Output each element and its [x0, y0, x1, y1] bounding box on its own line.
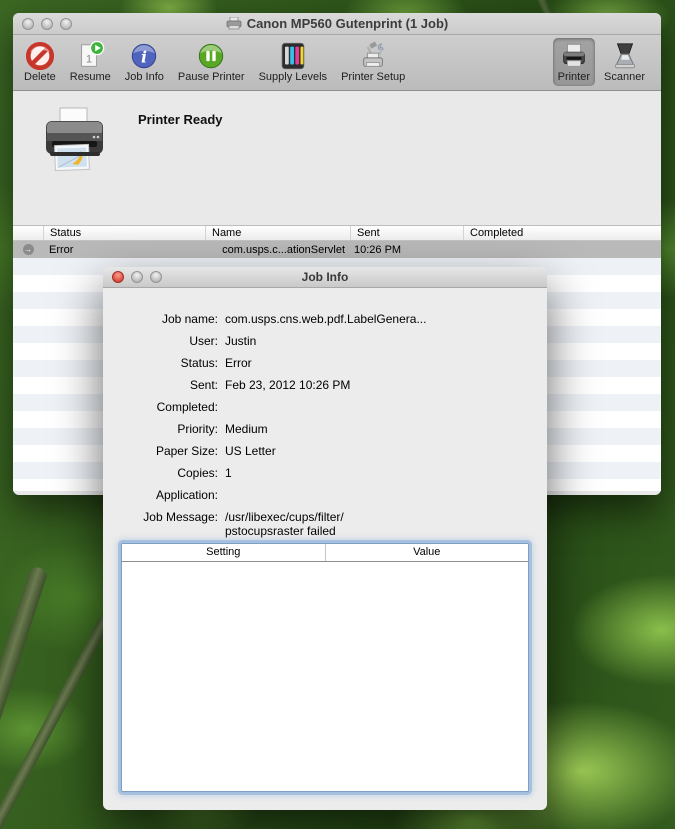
- job-row-error[interactable]: → Error com.usps.c...ationServlet 10:26 …: [13, 241, 661, 258]
- job-info-dialog: Job Info Job name: com.usps.cns.web.pdf.…: [103, 267, 547, 810]
- field-priority: Priority: Medium: [177, 422, 268, 436]
- column-header-status[interactable]: Status: [43, 226, 205, 240]
- close-button[interactable]: [22, 17, 34, 30]
- desktop: Canon MP560 Gutenprint (1 Job) Delete 1 …: [0, 0, 675, 829]
- field-copies: Copies: 1: [177, 466, 232, 480]
- printer-view-label: Printer: [557, 71, 591, 83]
- scanner-view-label: Scanner: [604, 71, 645, 83]
- svg-text:i: i: [141, 47, 147, 66]
- delete-button[interactable]: Delete: [19, 38, 61, 86]
- printer-setup-button[interactable]: Printer Setup: [336, 38, 410, 86]
- minimize-button[interactable]: [41, 17, 53, 30]
- delete-icon: [25, 40, 55, 71]
- scanner-view-button[interactable]: Scanner: [599, 38, 650, 86]
- dialog-zoom-button[interactable]: [150, 271, 162, 283]
- job-status-arrow-icon: →: [22, 244, 34, 255]
- dialog-close-button[interactable]: [112, 271, 124, 283]
- field-job-message: Job Message: /usr/libexec/cups/filter/ p…: [143, 510, 344, 538]
- job-info-label: Job Info: [124, 71, 164, 83]
- pause-printer-label: Pause Printer: [177, 71, 245, 83]
- supply-levels-icon: [278, 40, 308, 71]
- printer-window-titlebar[interactable]: Canon MP560 Gutenprint (1 Job): [13, 13, 661, 35]
- window-title-text: Canon MP560 Gutenprint (1 Job): [246, 16, 449, 31]
- supply-levels-button[interactable]: Supply Levels: [254, 38, 333, 86]
- printer-view-icon: [559, 40, 589, 71]
- pause-printer-icon: [196, 40, 226, 71]
- job-sent-cell: 10:26 PM: [354, 243, 402, 256]
- job-table-header: Status Name Sent Completed: [13, 225, 661, 241]
- printer-status-area: Printer Ready: [13, 91, 661, 225]
- printer-view-button[interactable]: Printer: [552, 38, 596, 86]
- job-settings-table[interactable]: Setting Value: [121, 543, 529, 792]
- pause-printer-button[interactable]: Pause Printer: [173, 38, 250, 86]
- supply-levels-label: Supply Levels: [258, 71, 328, 83]
- column-header-completed[interactable]: Completed: [463, 226, 661, 240]
- printer-setup-label: Printer Setup: [341, 71, 406, 83]
- printer-status-icon: [42, 106, 108, 181]
- settings-table-body: [122, 562, 528, 791]
- zoom-button[interactable]: [60, 17, 72, 30]
- field-job-name: Job name: com.usps.cns.web.pdf.LabelGene…: [161, 312, 427, 326]
- resume-label: Resume: [69, 71, 111, 83]
- field-paper-size: Paper Size: US Letter: [155, 444, 276, 458]
- window-controls: [22, 17, 72, 30]
- job-info-button[interactable]: i Job Info: [120, 38, 169, 86]
- svg-text:1: 1: [86, 53, 92, 65]
- field-completed: Completed:: [156, 400, 218, 414]
- window-title: Canon MP560 Gutenprint (1 Job): [226, 16, 449, 31]
- column-header-icon: [13, 226, 43, 240]
- delete-label: Delete: [24, 71, 56, 83]
- printer-setup-icon: [357, 40, 389, 71]
- value-column-header[interactable]: Value: [326, 544, 529, 561]
- job-name-cell: com.usps.c...ationServlet: [222, 243, 345, 256]
- dialog-title: Job Info: [301, 270, 349, 284]
- column-header-sent[interactable]: Sent: [350, 226, 463, 240]
- dialog-window-controls: [112, 271, 162, 283]
- field-status: Status: Error: [180, 356, 252, 370]
- dialog-minimize-button[interactable]: [131, 271, 143, 283]
- field-sent: Sent: Feb 23, 2012 10:26 PM: [189, 378, 351, 392]
- job-info-titlebar[interactable]: Job Info: [103, 267, 547, 288]
- job-info-icon: i: [129, 40, 159, 71]
- field-application: Application:: [155, 488, 218, 502]
- toolbar: Delete 1 Resume i Job Info Pause Printer…: [13, 35, 661, 91]
- job-info-fields: Job name: com.usps.cns.web.pdf.LabelGene…: [103, 312, 547, 538]
- scanner-view-icon: [610, 40, 640, 71]
- resume-button[interactable]: 1 Resume: [65, 38, 116, 86]
- resume-icon: 1: [75, 40, 105, 71]
- field-user: User: Justin: [189, 334, 257, 348]
- printer-status-text: Printer Ready: [138, 112, 223, 127]
- settings-column-header[interactable]: Setting: [122, 544, 326, 561]
- settings-table-header: Setting Value: [122, 544, 528, 562]
- job-status-cell: Error: [49, 243, 74, 256]
- column-header-name[interactable]: Name: [205, 226, 350, 240]
- printer-proxy-icon: [226, 17, 242, 30]
